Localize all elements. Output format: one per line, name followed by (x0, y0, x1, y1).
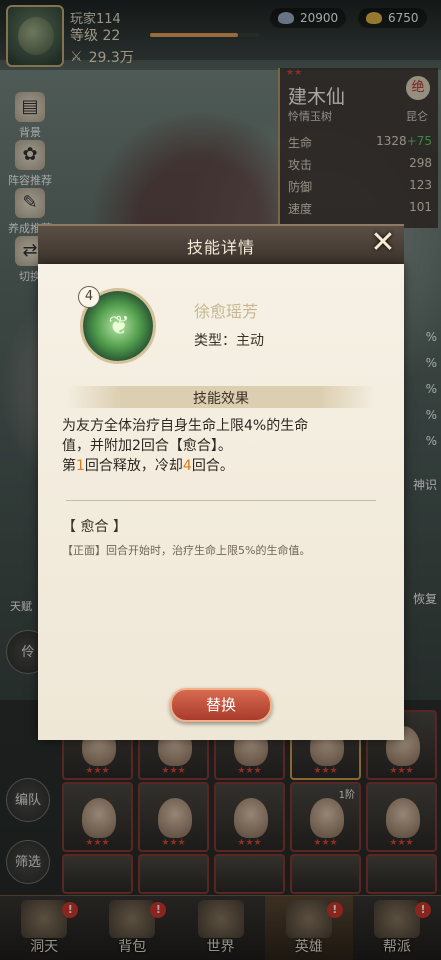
replace-button[interactable]: 替换 (170, 688, 272, 722)
effect-line: 值，并附加2回合【愈合】。 (62, 438, 232, 454)
effect-text-part: 回合释放，冷却 (84, 458, 183, 474)
effect-line: 为友方全体治疗自身生命上限4%的生命 (62, 418, 309, 434)
skill-type: 类型：主动 (194, 333, 264, 349)
close-icon[interactable]: ✕ (368, 228, 398, 258)
effect-line-cooldown: 第1回合释放，冷却4回合。 (62, 456, 382, 476)
buff-description: 【正面】回合开始时，治疗生命上限5%的生命值。 (62, 544, 311, 557)
effect-header: 技能效果 (193, 391, 249, 407)
effect-text-part: 第 (62, 458, 76, 474)
release-round: 1 (76, 458, 85, 474)
divider (66, 500, 376, 501)
skill-level-badge: 4 (78, 286, 100, 308)
leaf-icon: ❦ (108, 311, 130, 341)
buff-title: 【 愈合 】 (62, 519, 127, 535)
effect-description: 为友方全体治疗自身生命上限4%的生命 值，并附加2回合【愈合】。 第1回合释放，… (62, 416, 382, 476)
dialog-header: 技能详情 (38, 224, 404, 264)
skill-detail-dialog: ❦ 4 徐愈瑶芳 类型：主动 技能效果 为友方全体治疗自身生命上限4%的生命 值… (38, 264, 404, 740)
cooldown-rounds: 4 (182, 458, 192, 474)
skill-name: 徐愈瑶芳 (194, 302, 259, 321)
dialog-title: 技能详情 (186, 238, 255, 257)
effect-text-part: 回合。 (191, 458, 234, 474)
effect-header-banner: 技能效果 (66, 386, 376, 408)
